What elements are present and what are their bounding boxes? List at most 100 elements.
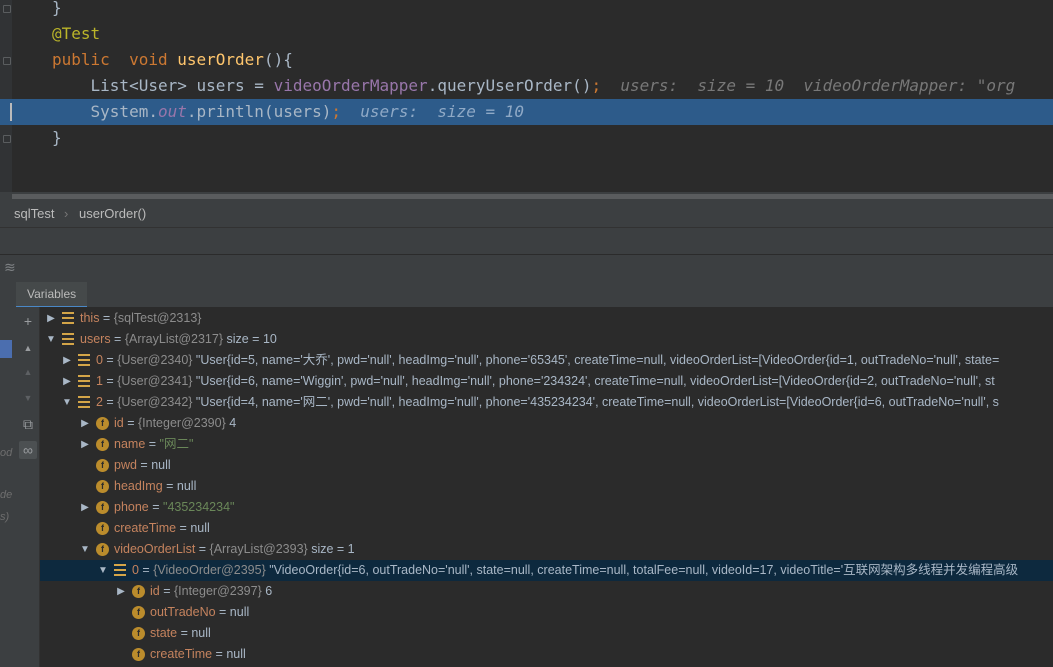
collapse-arrow-icon[interactable]: ▼ xyxy=(98,560,108,581)
variable-row[interactable]: ▶ f name = "网二" xyxy=(40,434,1053,455)
code-editor[interactable]: } @Test public void userOrder(){ List<User… xyxy=(0,0,1053,192)
variable-row[interactable]: ▶ 1 = {User@2341} "User{id=6, name='Wiggi… xyxy=(40,371,1053,392)
variable-text: 0 = {User@2340} "User{id=5, name='大乔', p… xyxy=(96,350,999,371)
restore-layout-icon[interactable]: ≋ xyxy=(4,259,16,276)
code-line[interactable]: public void userOrder(){ xyxy=(0,47,1053,73)
frames-panel[interactable]: od de s) xyxy=(0,307,15,667)
variable-text: id = {Integer@2397} 6 xyxy=(150,581,272,602)
variable-name: outTradeNo xyxy=(150,605,216,619)
move-down-icon[interactable]: ▼ xyxy=(19,389,37,407)
field-icon: f xyxy=(96,480,109,493)
variable-name: 0 xyxy=(96,353,103,367)
variable-row[interactable]: ▶ 0 = {User@2340} "User{id=5, name='大乔', … xyxy=(40,350,1053,371)
code-line[interactable]: List<User> users = videoOrderMapper.quer… xyxy=(0,73,1053,99)
variable-row[interactable]: ▶ f phone = "435234234" xyxy=(40,497,1053,518)
code-token: .queryUserOrder() xyxy=(427,76,592,95)
expand-arrow-icon[interactable]: ▶ xyxy=(62,371,72,392)
expand-arrow-icon[interactable]: ▶ xyxy=(116,581,126,602)
object-icon xyxy=(78,375,90,387)
collapse-arrow-icon[interactable]: ▼ xyxy=(62,392,72,413)
variable-row[interactable]: f createTime = null xyxy=(40,644,1053,665)
variable-type: {ArrayList@2317} xyxy=(124,332,223,346)
variable-value: "VideoOrder{id=6, outTradeNo='null', sta… xyxy=(265,563,1019,577)
variable-text: name = "网二" xyxy=(114,434,193,455)
equals-sign: = xyxy=(212,647,227,661)
variable-type: {User@2342} xyxy=(117,395,193,409)
equals-sign: = xyxy=(99,311,114,325)
variable-row-selected[interactable]: ▼ 0 = {VideoOrder@2395} "VideoOrder{id=6,… xyxy=(40,560,1053,581)
variable-row[interactable]: ▶ this = {sqlTest@2313} xyxy=(40,308,1053,329)
variables-header: Variables xyxy=(0,279,1053,308)
variable-name: createTime xyxy=(150,647,213,661)
collapse-arrow-icon[interactable]: ▼ xyxy=(80,539,90,560)
add-watch-icon[interactable]: + xyxy=(19,312,37,330)
expand-arrow-icon[interactable]: ▶ xyxy=(80,497,90,518)
variable-value: "User{id=6, name='Wiggin', pwd='null', h… xyxy=(192,374,995,388)
breadcrumb-class[interactable]: sqlTest xyxy=(14,200,54,227)
field-icon: f xyxy=(96,501,109,514)
code-token: } xyxy=(52,128,62,147)
variable-value: null xyxy=(151,458,171,472)
code-line[interactable]: } xyxy=(0,0,1053,21)
code-text: public void userOrder(){ xyxy=(52,47,293,73)
variable-text: this = {sqlTest@2313} xyxy=(80,308,201,329)
variable-text: users = {ArrayList@2317} size = 10 xyxy=(80,329,277,350)
variable-value: size = 10 xyxy=(223,332,277,346)
code-line[interactable]: @Test xyxy=(0,21,1053,47)
editor-horizontal-scrollbar[interactable] xyxy=(0,192,1053,200)
variables-tree[interactable]: ▶ this = {sqlTest@2313} ▼ users = {ArrayLis… xyxy=(40,307,1053,667)
expand-arrow-icon[interactable]: ▶ xyxy=(80,434,90,455)
variable-row[interactable]: f createTime = null xyxy=(40,518,1053,539)
variable-row[interactable]: f state = null xyxy=(40,623,1053,644)
variable-row[interactable]: f headImg = null xyxy=(40,476,1053,497)
code-token: void xyxy=(129,50,168,69)
breadcrumb-method[interactable]: userOrder() xyxy=(79,200,146,227)
code-text: } xyxy=(52,125,62,151)
selected-frame[interactable] xyxy=(0,340,12,358)
object-icon xyxy=(78,354,90,366)
variable-text: 1 = {User@2341} "User{id=6, name='Wiggin… xyxy=(96,371,995,392)
copy-icon[interactable]: ⧉ xyxy=(19,415,37,433)
equals-sign: = xyxy=(162,479,177,493)
text-caret xyxy=(10,103,12,121)
field-icon: f xyxy=(96,543,109,556)
variable-row[interactable]: f pwd = null xyxy=(40,455,1053,476)
object-icon xyxy=(114,564,126,576)
code-token: public xyxy=(52,50,110,69)
variable-type: {sqlTest@2313} xyxy=(113,311,202,325)
code-line[interactable]: } xyxy=(0,125,1053,151)
variable-value: size = 1 xyxy=(307,542,355,556)
code-text: } xyxy=(52,0,62,21)
variable-row[interactable]: ▼ users = {ArrayList@2317} size = 10 xyxy=(40,329,1053,350)
code-text: List<User> users = videoOrderMapper.quer… xyxy=(52,73,1016,99)
tab-variables[interactable]: Variables xyxy=(16,282,88,308)
code-token: (){ xyxy=(263,50,293,69)
code-token: ; xyxy=(591,76,602,95)
variable-row[interactable]: ▼ 2 = {User@2342} "User{id=4, name='网二', … xyxy=(40,392,1053,413)
code-text: System.out.println(users); users: size =… xyxy=(52,99,525,125)
equals-sign: = xyxy=(176,521,191,535)
collapse-up-icon[interactable]: ▲ xyxy=(19,339,37,357)
equals-sign: = xyxy=(195,542,210,556)
equals-sign: = xyxy=(136,458,152,472)
variable-row[interactable]: f outTradeNo = null xyxy=(40,602,1053,623)
variable-text: headImg = null xyxy=(114,476,196,497)
code-line-current[interactable]: System.out.println(users); users: size =… xyxy=(0,99,1053,125)
expand-arrow-icon[interactable]: ▶ xyxy=(46,308,56,329)
variable-row[interactable]: ▶ f id = {Integer@2390} 4 xyxy=(40,413,1053,434)
expand-arrow-icon[interactable]: ▶ xyxy=(80,413,90,434)
collapse-arrow-icon[interactable]: ▼ xyxy=(46,329,56,350)
code-token: List<User> users = xyxy=(52,76,274,95)
variables-toolbar: + ▲ ▲ ▼ ⧉ ∞ xyxy=(15,307,40,667)
variable-row[interactable]: ▶ f id = {Integer@2397} 6 xyxy=(40,581,1053,602)
variable-text: 2 = {User@2342} "User{id=4, name='网二', p… xyxy=(96,392,999,413)
watches-glasses-icon[interactable]: ∞ xyxy=(19,441,37,459)
variable-name: id xyxy=(114,416,124,430)
variable-row[interactable]: ▼ f videoOrderList = {ArrayList@2393} size… xyxy=(40,539,1053,560)
variable-name: this xyxy=(80,311,100,325)
move-up-icon[interactable]: ▲ xyxy=(19,363,37,381)
expand-arrow-icon[interactable]: ▶ xyxy=(62,350,72,371)
variable-name: phone xyxy=(114,500,149,514)
variable-name: name xyxy=(114,437,146,451)
